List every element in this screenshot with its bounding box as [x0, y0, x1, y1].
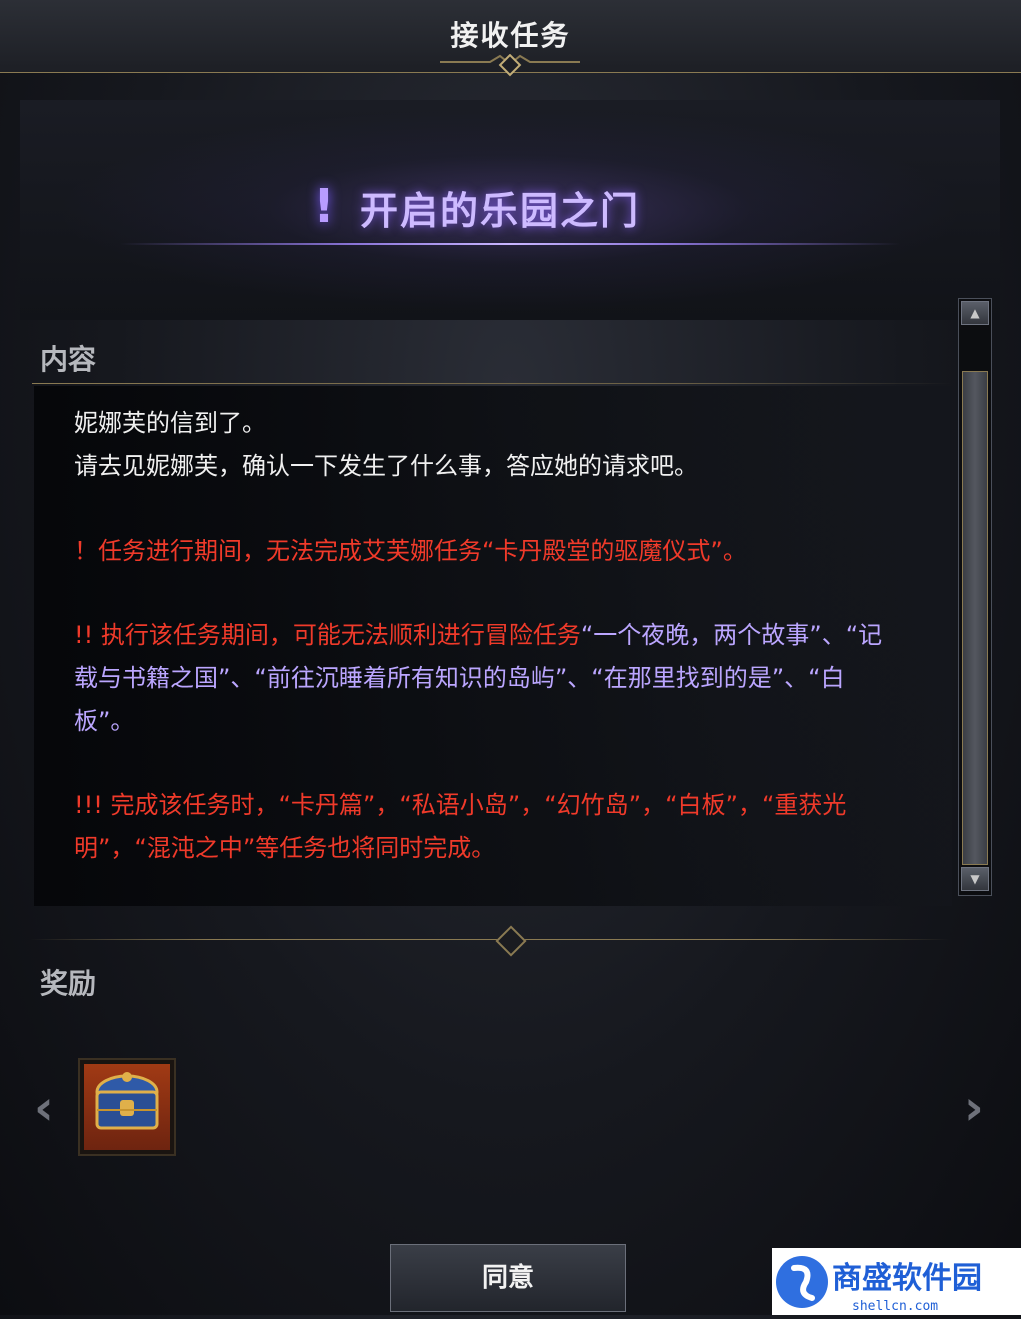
reward-item-background — [84, 1064, 170, 1150]
watermark-logo: 商盛软件园 shellcn.com — [776, 1256, 982, 1314]
warning-2: !! 执行该任务期间，可能无法顺利进行冒险任务“一个夜晚，两个故事”、“记载与书… — [74, 614, 904, 743]
agree-button[interactable]: 同意 — [390, 1244, 626, 1312]
treasure-chest-icon — [95, 1072, 159, 1130]
warning-2-prefix: !! 执行该任务期间，可能无法顺利进行冒险任务 — [74, 621, 581, 649]
content-divider — [32, 383, 952, 384]
section-divider — [30, 939, 950, 940]
scroll-up-button[interactable]: ▲ — [961, 301, 989, 325]
reward-prev-arrow[interactable]: ‹ — [34, 1080, 54, 1136]
exclamation-icon: ! — [313, 179, 335, 233]
divider-gem-icon — [495, 925, 527, 957]
warning-3: !!! 完成该任务时，“卡丹篇”，“私语小岛”，“幻竹岛”，“白板”，“重获光明… — [74, 791, 847, 862]
window-title: 接收任务 — [450, 19, 571, 52]
banner-glow-line — [120, 243, 900, 245]
description-line-1: 妮娜芙的信到了。 — [74, 409, 266, 437]
content-scrollbar[interactable]: ▲ ▼ — [958, 298, 992, 896]
scroll-thumb[interactable] — [962, 371, 988, 865]
watermark: 商盛软件园 shellcn.com — [772, 1248, 1021, 1315]
reward-next-arrow[interactable]: › — [964, 1080, 984, 1136]
quest-banner: ! 开启的乐园之门 — [20, 100, 1000, 320]
content-section-label: 内容 — [40, 343, 97, 376]
quest-title: 开启的乐园之门 — [360, 189, 641, 233]
description-line-2: 请去见妮娜芙，确认一下发生了什么事，答应她的请求吧。 — [74, 452, 698, 480]
title-bar: 接收任务 — [0, 0, 1021, 77]
scroll-down-button[interactable]: ▼ — [961, 867, 989, 891]
watermark-subtext: shellcn.com — [852, 1299, 938, 1314]
title-ornament-icon — [440, 54, 580, 77]
watermark-text: 商盛软件园 — [832, 1261, 982, 1296]
reward-item-slot[interactable] — [78, 1058, 176, 1156]
reward-section-label: 奖励 — [40, 967, 97, 1000]
warning-1: ！任务进行期间，无法完成艾芙娜任务“卡丹殿堂的驱魔仪式”。 — [74, 537, 747, 565]
